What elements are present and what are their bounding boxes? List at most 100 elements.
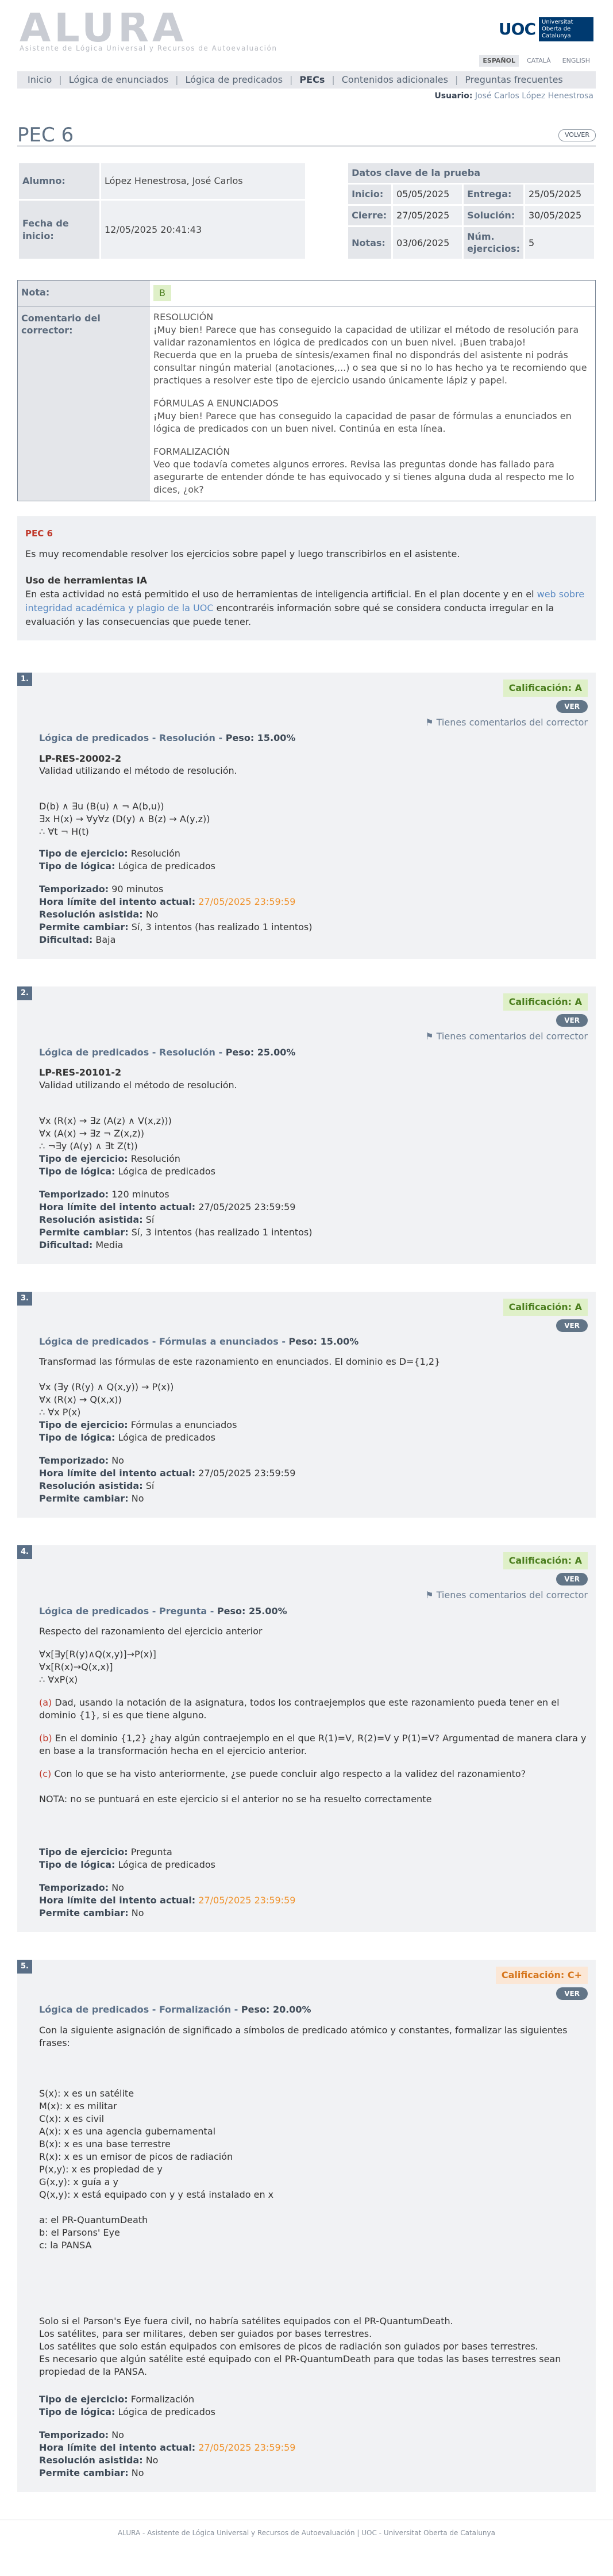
exercise-desc: Transformad las fórmulas de este razonam…	[39, 1356, 441, 1368]
exercise-title: Lógica de predicados - Formalización - P…	[39, 2004, 311, 2016]
exercise-formula: ∀x (R(x) → ∃z (A(z) ∧ V(x,z))) ∀x (A(x) →…	[39, 1115, 172, 1152]
pec-notice: PEC 6 Es muy recomendable resolver los e…	[17, 516, 596, 640]
exercise-meta: Tipo de ejercicio: Resolución Tipo de ló…	[39, 848, 313, 946]
exercise-3: 3. Calificación: A VER Lógica de predica…	[17, 1292, 596, 1518]
ver-button[interactable]: VER	[556, 1319, 588, 1332]
info-section: Alumno: López Henestrosa, José Carlos Fe…	[17, 162, 596, 260]
fecha-label: Fecha de inicio:	[19, 201, 99, 259]
exercise-meta: Tipo de ejercicio: Formalización Tipo de…	[39, 2393, 296, 2478]
logo-subtitle: Asistente de Lógica Universal y Recursos…	[20, 44, 277, 52]
corrector-comments-link[interactable]: ⚑ Tienes comentarios del corrector	[425, 1589, 588, 1602]
comment-formulas: FÓRMULAS A ENUNCIADOS ¡Muy bien! Parece …	[153, 397, 572, 434]
exercise-note: NOTA: no se puntuará en este ejercicio s…	[39, 1794, 432, 1805]
entrega-value: 25/05/2025	[525, 184, 594, 204]
student-info-table: Alumno: López Henestrosa, José Carlos Fe…	[17, 162, 307, 260]
comment-resolucion: RESOLUCIÓN ¡Muy bien! Parece que has con…	[153, 311, 587, 386]
exercise-formula: ∀x[∃y[R(y)∧Q(x,y)]→P(x)] ∀x[R(x)→Q(x,x)] ∴…	[39, 1649, 156, 1686]
calificacion-badge: Calificación: A	[503, 1299, 588, 1316]
calificacion-badge: Calificación: A	[503, 679, 588, 697]
lang-ca[interactable]: CATALÀ	[523, 55, 554, 67]
inicio-label: Inicio:	[348, 184, 392, 204]
title-bar: PEC 6 VOLVER	[17, 124, 596, 147]
nav-faq[interactable]: Preguntas frecuentes	[458, 74, 569, 86]
exercise-meta: Tipo de ejercicio: Pregunta Tipo de lógi…	[39, 1846, 296, 1919]
page-title: PEC 6	[17, 123, 74, 147]
grade-box: Nota: B Comentario del corrector: RESOLU…	[17, 280, 596, 501]
fecha-value: 12/05/2025 20:41:43	[101, 201, 305, 259]
exercise-number: 2.	[17, 986, 32, 1001]
exercise-1: 1. Calificación: A VER ⚑ Tienes comentar…	[17, 672, 596, 959]
phrases-to-formalize: Solo si el Parson's Eye fuera civil, no …	[39, 2315, 561, 2377]
exercise-desc: Respecto del razonamiento del ejercicio …	[39, 1626, 263, 1637]
calificacion-badge: Calificación: A	[503, 1552, 588, 1570]
calificacion-badge: Calificación: C+	[495, 1967, 588, 1984]
alumno-value: López Henestrosa, José Carlos	[101, 163, 305, 199]
exercise-formula: D(b) ∧ ∃u (B(u) ∧ ¬ A(b,u)) ∃x H(x) → ∀y∀…	[39, 801, 210, 838]
flag-icon: ⚑	[425, 1031, 437, 1042]
ia-title: Uso de herramientas IA	[25, 574, 148, 586]
calificacion-badge: Calificación: A	[503, 993, 588, 1011]
corrector-comments-link[interactable]: ⚑ Tienes comentarios del corrector	[425, 716, 588, 729]
ver-button[interactable]: VER	[556, 1987, 588, 2001]
entrega-label: Entrega:	[464, 184, 523, 204]
question-b: (b) En el dominio {1,2} ¿hay algún contr…	[39, 1733, 587, 1757]
main-nav: Inicio | Lógica de enunciados | Lógica de …	[17, 71, 596, 89]
exercise-2: 2. Calificación: A VER ⚑ Tienes comentar…	[17, 986, 596, 1265]
ver-button[interactable]: VER	[556, 1573, 588, 1586]
nav-contenidos[interactable]: Contenidos adicionales	[335, 74, 455, 86]
symbol-definitions: S(x): x es un satélite M(x): x es militar…	[39, 2087, 274, 2200]
key-data-title: Datos clave de la prueba	[348, 163, 594, 183]
nav-pecs[interactable]: PECs	[292, 74, 331, 86]
volver-button[interactable]: VOLVER	[558, 129, 596, 141]
exercise-desc: Validad utilizando el método de resoluci…	[39, 765, 237, 777]
exercise-title: Lógica de predicados - Resolución - Peso…	[39, 732, 296, 744]
exercise-title: Lógica de predicados - Fórmulas a enunci…	[39, 1335, 359, 1347]
lang-es[interactable]: ESPAÑOL	[479, 55, 519, 67]
cierre-value: 27/05/2025	[393, 205, 462, 225]
alumno-label: Alumno:	[19, 163, 99, 199]
user-name[interactable]: José Carlos López Henestrosa	[475, 91, 593, 101]
comment-formalizacion: FORMALIZACIÓN Veo que todavía cometes al…	[153, 446, 575, 495]
num-ejercicios-label: Núm. ejercicios:	[464, 226, 523, 259]
nav-logica-enunciados[interactable]: Lógica de enunciados	[62, 74, 175, 86]
site-header: ALURA Asistente de Lógica Universal y Re…	[0, 0, 613, 55]
notice-recommendation: Es muy recomendable resolver los ejercic…	[25, 548, 460, 559]
solucion-value: 30/05/2025	[525, 205, 594, 225]
exercise-meta: Tipo de ejercicio: Resolución Tipo de ló…	[39, 1153, 313, 1251]
notas-label: Notas:	[348, 226, 392, 259]
ver-button[interactable]: VER	[556, 700, 588, 713]
lang-en[interactable]: ENGLISH	[559, 55, 593, 67]
flag-icon: ⚑	[425, 716, 437, 728]
nota-label: Nota:	[18, 281, 150, 306]
nav-inicio[interactable]: Inicio	[21, 74, 59, 86]
exercise-number: 4.	[17, 1545, 32, 1559]
inicio-value: 05/05/2025	[393, 184, 462, 204]
question-c: (c) Con lo que se ha visto anteriormente…	[39, 1768, 526, 1780]
uoc-logo[interactable]: UOC Universitat Oberta de Catalunya	[499, 17, 593, 41]
exercise-title: Lógica de predicados - Resolución - Peso…	[39, 1046, 296, 1058]
solucion-label: Solución:	[464, 205, 523, 225]
corrector-comments-link[interactable]: ⚑ Tienes comentarios del corrector	[425, 1030, 588, 1043]
exercise-formula: ∀x (∃y (R(y) ∧ Q(x,y)) → P(x)) ∀x (R(x) →…	[39, 1381, 174, 1418]
uoc-name: Universitat Oberta de Catalunya	[539, 17, 593, 41]
ver-button[interactable]: VER	[556, 1014, 588, 1027]
nota-value: B	[153, 285, 171, 301]
cierre-label: Cierre:	[348, 205, 392, 225]
exercise-desc: Validad utilizando el método de resoluci…	[39, 1080, 237, 1091]
constant-definitions: a: el PR-QuantumDeath b: el Parsons' Eye c…	[39, 2214, 148, 2251]
corrector-comment: RESOLUCIÓN ¡Muy bien! Parece que has con…	[150, 306, 595, 501]
exercise-title: Lógica de predicados - Pregunta - Peso: …	[39, 1605, 287, 1617]
exercise-5: 5. Calificación: C+ VER Lógica de predic…	[17, 1960, 596, 2492]
question-a: (a) Dad, usando la notación de la asigna…	[39, 1697, 560, 1721]
language-selector: ESPAÑOL CATALÀ ENGLISH	[0, 54, 613, 68]
exercise-number: 5.	[17, 1960, 32, 1974]
exercise-number: 1.	[17, 672, 32, 686]
user-label: Usuario:	[434, 91, 473, 101]
nav-logica-predicados[interactable]: Lógica de predicados	[179, 74, 290, 86]
comment-label: Comentario del corrector:	[18, 306, 150, 501]
user-info: Usuario: José Carlos López Henestrosa	[0, 91, 613, 102]
exercise-meta: Tipo de ejercicio: Fórmulas a enunciados…	[39, 1419, 296, 1504]
ia-text: En esta actividad no está permitido el u…	[25, 588, 585, 627]
exercise-desc: Con la siguiente asignación de significa…	[39, 2024, 568, 2048]
site-footer: ALURA - Asistente de Lógica Universal y …	[0, 2519, 613, 2551]
